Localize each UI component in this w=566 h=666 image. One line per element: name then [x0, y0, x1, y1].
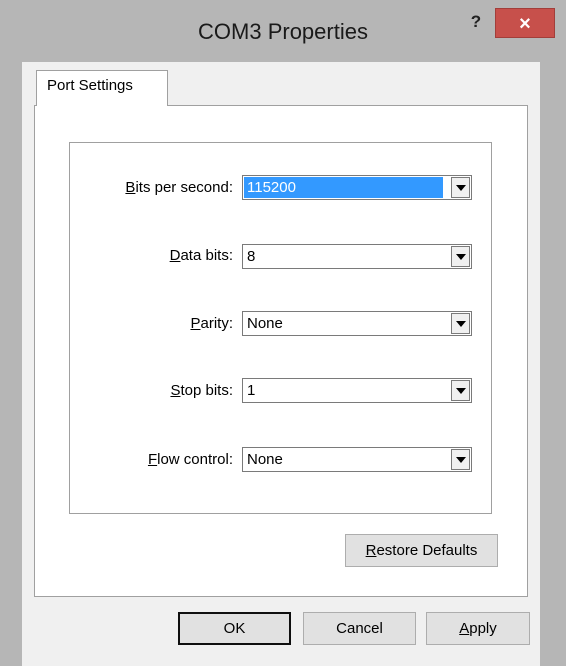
data-bits-label: Data bits: — [169, 247, 233, 264]
apply-button[interactable]: Apply — [426, 612, 530, 645]
bits-per-second-value: 115200 — [244, 177, 443, 198]
chevron-down-icon[interactable] — [451, 246, 470, 267]
flow-control-combo[interactable]: None — [242, 447, 472, 472]
window-frame-left — [0, 62, 22, 666]
parity-label: Parity: — [190, 315, 233, 332]
flow-control-value: None — [247, 451, 283, 468]
com3-properties-dialog: COM3 Properties ? × Port Settings Bits p… — [0, 0, 566, 666]
dialog-client-area: Port Settings Bits per second: 115200 Da… — [22, 62, 540, 666]
stop-bits-label: Stop bits: — [170, 382, 233, 399]
tab-port-settings[interactable]: Port Settings — [36, 70, 168, 106]
help-button[interactable]: ? — [466, 11, 486, 33]
cancel-button[interactable]: Cancel — [303, 612, 416, 645]
data-bits-combo[interactable]: 8 — [242, 244, 472, 269]
title-bar[interactable]: COM3 Properties ? × — [0, 0, 566, 62]
data-bits-value: 8 — [247, 248, 256, 265]
chevron-down-icon[interactable] — [451, 313, 470, 334]
window-frame-right — [540, 62, 566, 666]
ok-button[interactable]: OK — [178, 612, 291, 645]
bits-per-second-label: Bits per second: — [125, 179, 233, 196]
chevron-down-icon[interactable] — [451, 177, 470, 198]
chevron-down-icon[interactable] — [451, 380, 470, 401]
stop-bits-combo[interactable]: 1 — [242, 378, 472, 403]
close-button[interactable]: × — [495, 8, 555, 38]
flow-control-label: Flow control: — [147, 451, 233, 468]
chevron-down-icon[interactable] — [451, 449, 470, 470]
parity-value: None — [247, 315, 283, 332]
parity-combo[interactable]: None — [242, 311, 472, 336]
bits-per-second-combo[interactable]: 115200 — [242, 175, 472, 200]
restore-defaults-button[interactable]: Restore Defaults — [345, 534, 498, 567]
stop-bits-value: 1 — [247, 382, 256, 399]
